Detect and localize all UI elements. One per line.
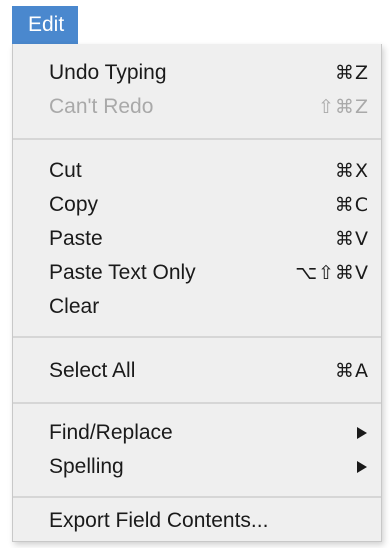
menu-item-undo-typing[interactable]: Undo Typing ⌘Z [13,56,381,90]
menu-item-label: Can't Redo [49,95,154,118]
edit-menu-title[interactable]: Edit [12,6,79,44]
edit-menu-screenshot: Edit Undo Typing ⌘Z Can't Redo ⇧⌘Z Cut ⌘… [0,0,390,548]
menu-item-shortcut: ⌘V [335,228,369,250]
menu-item-label: Find/Replace [49,421,173,444]
submenu-arrow-icon [357,427,367,439]
menu-item-label: Paste [49,227,103,250]
menu-item-paste-text-only[interactable]: Paste Text Only ⌥⇧⌘V [13,256,381,290]
menu-item-shortcut: ⌘A [335,360,369,382]
menu-item-paste[interactable]: Paste ⌘V [13,222,381,256]
menu-item-label: Clear [49,295,100,318]
menu-separator [13,402,381,404]
menu-item-label: Spelling [49,455,124,478]
menu-item-shortcut: ⇧⌘Z [318,96,369,118]
menu-item-copy[interactable]: Copy ⌘C [13,188,381,222]
menu-item-label: Select All [49,359,136,382]
menu-item-find-replace[interactable]: Find/Replace [13,416,381,450]
menu-separator [13,138,381,140]
menu-item-select-all[interactable]: Select All ⌘A [13,354,381,388]
menu-item-label: Paste Text Only [49,261,196,284]
menu-item-shortcut: ⌘C [334,194,369,216]
menu-item-cut[interactable]: Cut ⌘X [13,154,381,188]
menu-item-shortcut: ⌘Z [334,62,369,84]
menu-item-shortcut: ⌘X [334,160,369,182]
menu-item-label: Undo Typing [49,61,167,84]
menu-item-label: Cut [49,159,82,182]
menu-item-spelling[interactable]: Spelling [13,450,381,484]
edit-menu-dropdown: Undo Typing ⌘Z Can't Redo ⇧⌘Z Cut ⌘X Cop… [12,44,382,542]
menu-item-export-field-contents[interactable]: Export Field Contents... [13,504,381,538]
menu-item-label: Copy [49,193,99,216]
menu-item-shortcut: ⌥⇧⌘V [295,262,369,284]
menu-item-cant-redo: Can't Redo ⇧⌘Z [13,90,381,124]
menu-item-clear[interactable]: Clear [13,290,381,324]
submenu-arrow-icon [357,461,367,473]
menu-item-label: Export Field Contents... [49,509,269,532]
menu-separator [13,496,381,498]
menu-separator [13,336,381,338]
